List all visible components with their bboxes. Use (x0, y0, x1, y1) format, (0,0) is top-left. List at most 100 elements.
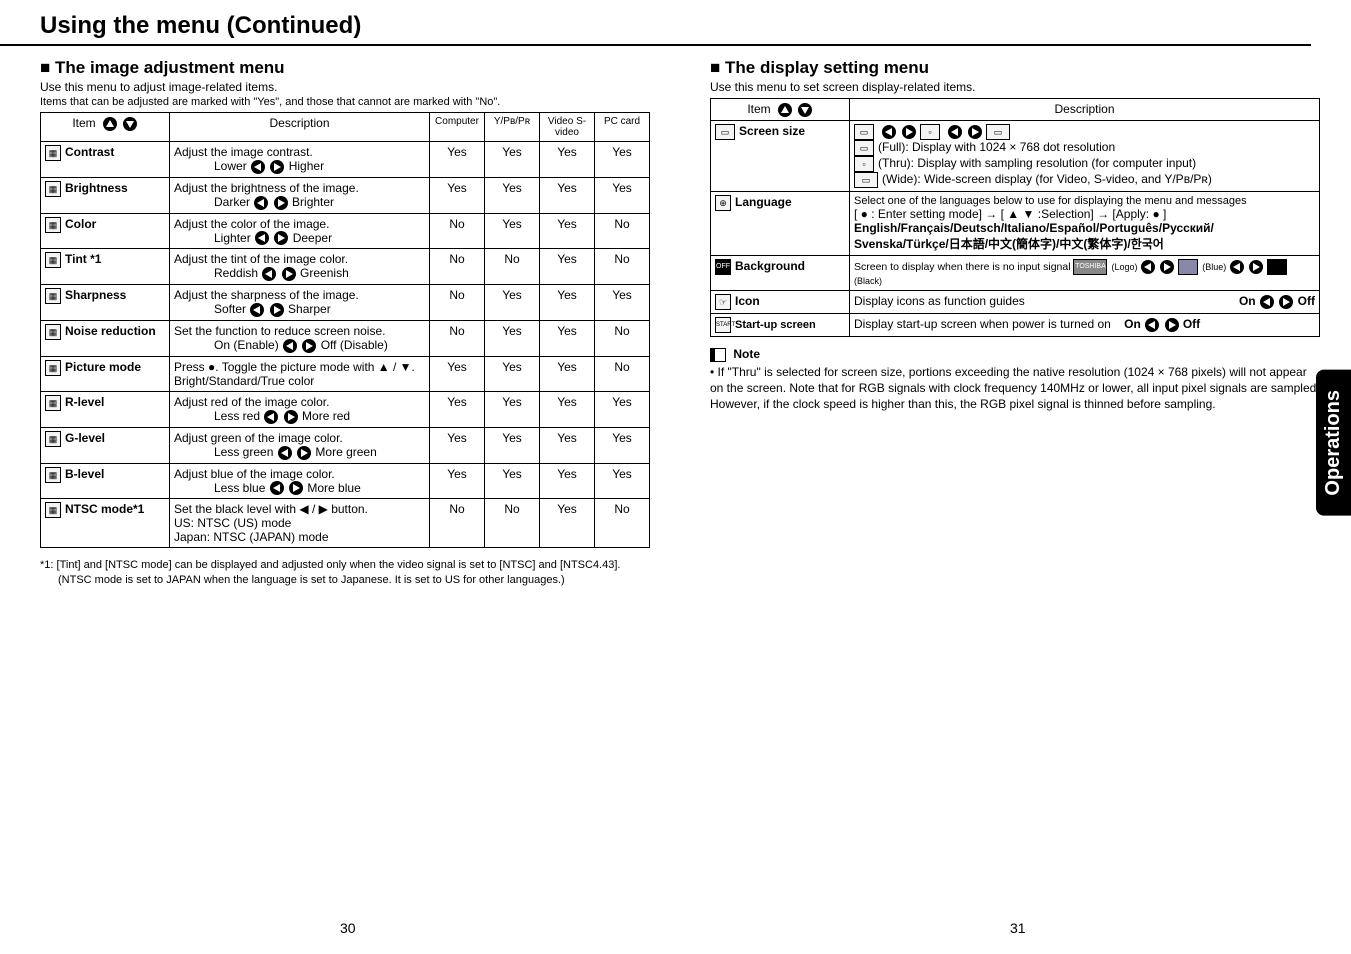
row-desc: Adjust the color of the image.Lighter De… (170, 213, 430, 249)
display-setting-heading: ■ The display setting menu (710, 58, 1320, 78)
row-name: Sharpness (65, 288, 126, 302)
full-icon: ▭ (854, 124, 874, 140)
yn-cell: Yes (430, 427, 485, 463)
row-desc: Set the black level with ◀ / ▶ button.US… (170, 499, 430, 548)
yn-cell: Yes (595, 391, 650, 427)
page-number-right: 31 (1010, 920, 1026, 936)
side-tab-operations: Operations (1316, 370, 1351, 516)
yn-cell: Yes (430, 177, 485, 213)
yn-cell: Yes (540, 285, 595, 321)
bg-opt1: (Logo) (1111, 262, 1137, 272)
yn-cell: Yes (595, 177, 650, 213)
yn-cell: No (595, 249, 650, 285)
th-computer: Computer (430, 113, 485, 142)
left-icon (270, 481, 284, 495)
yn-cell: Yes (485, 356, 540, 391)
language-line2: [ ● : Enter setting mode] → [ ▲ ▼ :Selec… (854, 207, 1315, 221)
screen-size-wide: (Wide): Wide-screen display (for Video, … (882, 172, 1212, 186)
table-row: ▦Tint *1Adjust the tint of the image col… (41, 249, 650, 285)
th-desc-r: Description (850, 99, 1320, 121)
th-item-r-text: Item (747, 102, 770, 116)
language-label: Language (735, 195, 792, 209)
yn-cell: Yes (485, 285, 540, 321)
row-name: G-level (65, 431, 105, 445)
row-icon: ☞Icon Display icons as function guides O… (711, 290, 1320, 313)
yn-cell: Yes (540, 142, 595, 178)
blue-opt-icon (1178, 259, 1198, 275)
background-icon: OFF (715, 259, 731, 275)
row-desc: Press ●. Toggle the picture mode with ▲ … (170, 356, 430, 391)
right-icon (289, 481, 303, 495)
up-icon (778, 103, 792, 117)
row-background: OFFBackground Screen to display when the… (711, 255, 1320, 290)
row-icon: ▦ (45, 431, 61, 447)
yn-cell: Yes (540, 427, 595, 463)
yn-cell: Yes (595, 142, 650, 178)
yn-cell: Yes (485, 321, 540, 357)
screen-size-icon: ▭ (715, 124, 735, 140)
left-icon (1141, 260, 1155, 274)
row-icon: ▦ (45, 502, 61, 518)
th-desc: Description (170, 113, 430, 142)
right-icon (297, 446, 311, 460)
image-adj-sub2: Items that can be adjusted are marked wi… (40, 96, 650, 108)
image-adj-table: Item Description Computer Y/Pʙ/Pʀ Video … (40, 112, 650, 548)
full-icon: ▭ (854, 140, 874, 156)
note-heading: Note (710, 347, 1320, 362)
row-name: Contrast (65, 145, 114, 159)
row-desc: Adjust red of the image color.Less red M… (170, 391, 430, 427)
background-desc: Screen to display when there is no input… (854, 261, 1071, 273)
screen-size-full: (Full): Display with 1024 × 768 dot reso… (878, 140, 1115, 154)
yn-cell: Yes (430, 391, 485, 427)
image-adj-heading-text: The image adjustment menu (55, 58, 285, 77)
table-row: ▦B-levelAdjust blue of the image color.L… (41, 463, 650, 499)
footnote: *1: [Tint] and [NTSC mode] can be displa… (40, 558, 650, 588)
row-desc: Adjust the brightness of the image.Darke… (170, 177, 430, 213)
language-line1: Select one of the languages below to use… (854, 195, 1315, 207)
down-icon (798, 103, 812, 117)
row-icon: ▦ (45, 324, 61, 340)
th-ypbpr: Y/Pʙ/Pʀ (485, 113, 540, 142)
icon-icon: ☞ (715, 294, 731, 310)
image-adj-sub1: Use this menu to adjust image-related it… (40, 80, 650, 94)
table-row: ▦SharpnessAdjust the sharpness of the im… (41, 285, 650, 321)
startup-icon: START (715, 317, 731, 333)
row-icon: ▦ (45, 181, 61, 197)
row-desc: Set the function to reduce screen noise.… (170, 321, 430, 357)
left-icon (254, 196, 268, 210)
yn-cell: No (430, 321, 485, 357)
left-column: ■ The image adjustment menu Use this men… (40, 50, 650, 588)
row-name: Tint *1 (65, 253, 101, 267)
right-icon (968, 125, 982, 139)
yn-cell: No (485, 249, 540, 285)
right-icon (274, 196, 288, 210)
left-icon (882, 125, 896, 139)
icon-desc: Display icons as function guides (854, 294, 1025, 308)
yn-cell: No (430, 213, 485, 249)
left-icon (255, 231, 269, 245)
language-line3: English/Français/Deutsch/Italiano/Españo… (854, 221, 1315, 235)
th-item-text: Item (72, 116, 95, 130)
row-desc: Adjust the image contrast.Lower Higher (170, 142, 430, 178)
right-icon (282, 267, 296, 281)
yn-cell: Yes (485, 427, 540, 463)
row-icon: ▦ (45, 360, 61, 376)
row-name: Color (65, 217, 96, 231)
row-name: R-level (65, 395, 104, 409)
yn-cell: Yes (430, 356, 485, 391)
startup-desc: Display start-up screen when power is tu… (854, 317, 1111, 331)
right-icon (1279, 295, 1293, 309)
screen-size-label: Screen size (739, 124, 805, 138)
left-icon (1230, 260, 1244, 274)
note-text: • If "Thru" is selected for screen size,… (710, 364, 1320, 413)
left-icon (278, 446, 292, 460)
wide-icon: ▭ (986, 124, 1010, 140)
yn-cell: Yes (540, 391, 595, 427)
row-name: NTSC mode*1 (65, 503, 144, 517)
left-icon (251, 160, 265, 174)
row-icon: ▦ (45, 145, 61, 161)
yn-cell: Yes (595, 463, 650, 499)
right-icon (902, 125, 916, 139)
note-icon (710, 348, 726, 362)
right-icon (1165, 318, 1179, 332)
